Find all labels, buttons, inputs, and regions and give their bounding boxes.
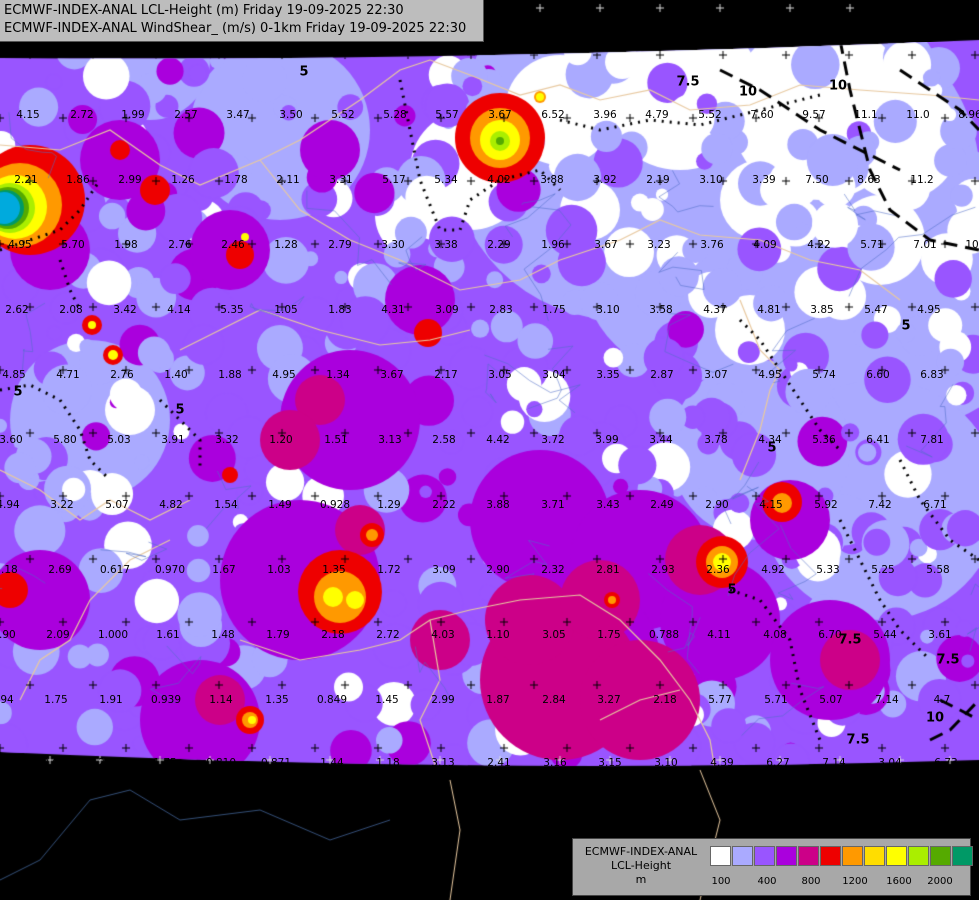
contour-label: 5 (901, 318, 911, 334)
legend-swatch (754, 846, 775, 866)
legend-swatch (732, 846, 753, 866)
legend-unit: m (635, 873, 647, 886)
legend-title: ECMWF-INDEX-ANAL LCL-Height m (573, 845, 709, 887)
legend-source: ECMWF-INDEX-ANAL (584, 845, 698, 858)
legend-swatch (908, 846, 929, 866)
legend-swatch (798, 846, 819, 866)
contour-label: 5 (175, 402, 185, 418)
legend-swatch (842, 846, 863, 866)
legend-tick: 2000 (927, 876, 953, 887)
legend-swatch (864, 846, 885, 866)
contour-label: 10 (925, 710, 945, 726)
contour-label: 5 (727, 582, 737, 598)
legend-swatches (710, 846, 974, 866)
lcl-height-map (0, 0, 979, 900)
legend-swatch (952, 846, 973, 866)
title-line-lcl: ECMWF-INDEX-ANAL LCL-Height (m) Friday 1… (4, 3, 404, 18)
legend-tick: 100 (711, 876, 731, 887)
legend-tick: 1200 (842, 876, 868, 887)
contour-label: 5 (767, 440, 777, 456)
contour-label: 7.5 (846, 732, 870, 748)
title-line-windshear: ECMWF-INDEX-ANAL WindShear_ (m/s) 0-1km … (4, 21, 467, 36)
color-legend: ECMWF-INDEX-ANAL LCL-Height m 100 400 800 1… (572, 838, 974, 896)
contour-label: 7.5 (676, 74, 700, 90)
contour-label: 10 (738, 84, 758, 100)
legend-ticks: 100 400 800 1200 1600 2000 (710, 876, 972, 890)
contour-label: 5 (13, 384, 23, 400)
legend-swatch (776, 846, 797, 866)
legend-tick: 800 (801, 876, 821, 887)
legend-swatch (886, 846, 907, 866)
legend-variable: LCL-Height (610, 859, 672, 872)
legend-tick: 1600 (886, 876, 912, 887)
contour-label: 7.5 (936, 652, 960, 668)
legend-swatch (930, 846, 951, 866)
contour-label: 5 (299, 64, 309, 80)
legend-swatch (710, 846, 731, 866)
contour-label: 10 (828, 78, 848, 94)
contour-label: 7.5 (838, 632, 862, 648)
map-title-box: ECMWF-INDEX-ANAL LCL-Height (m) Friday 1… (0, 0, 484, 42)
legend-tick: 400 (757, 876, 777, 887)
legend-swatch (820, 846, 841, 866)
